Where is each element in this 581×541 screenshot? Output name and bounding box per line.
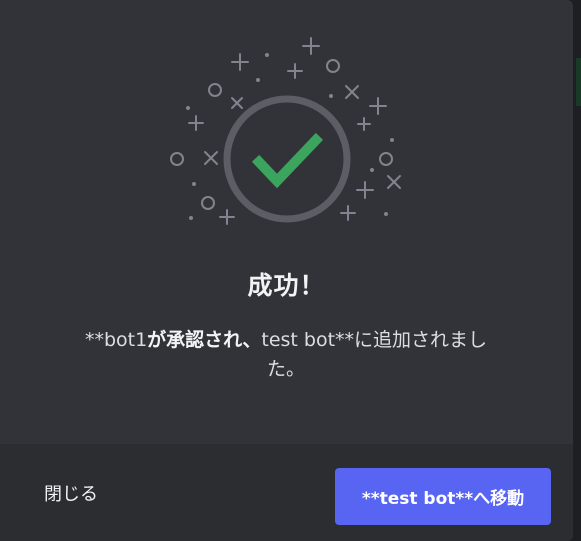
sparkle-x-icon <box>204 151 218 165</box>
sparkle-ring-icon <box>379 152 393 166</box>
dialog-footer: 閉じる **test bot**へ移動 <box>0 444 573 541</box>
sparkle-dot-icon <box>265 53 269 57</box>
dialog-title: 成功！ <box>247 271 326 300</box>
sparkle-dot-icon <box>384 212 388 216</box>
sparkle-x-icon <box>231 97 243 109</box>
success-modal: 成功！ **bot1が承認され、test bot**に追加されました。 閉じる … <box>0 0 573 541</box>
message-suffix: test bot**に追加されました。 <box>261 329 488 380</box>
sparkle-plus-icon <box>357 117 371 131</box>
success-illustration <box>170 37 401 225</box>
sparkle-dot-icon <box>390 138 394 142</box>
sparkle-plus-icon <box>287 63 303 79</box>
close-button[interactable]: 閉じる <box>30 480 112 510</box>
sparkle-dot-icon <box>370 168 374 172</box>
sparkle-ring-icon <box>326 59 340 73</box>
dialog-message: **bot1が承認され、test bot**に追加されました。 <box>76 326 496 384</box>
sparkle-plus-icon <box>340 205 356 221</box>
sparkle-dot-icon <box>189 216 193 220</box>
sparkle-dot-icon <box>329 94 333 98</box>
go-to-server-button[interactable]: **test bot**へ移動 <box>335 468 551 525</box>
sparkle-plus-icon <box>219 209 235 225</box>
sparkle-dot-icon <box>186 106 190 110</box>
sparkle-ring-icon <box>170 152 184 166</box>
sparkle-x-icon <box>387 175 401 189</box>
sparkle-plus-icon <box>302 37 320 55</box>
message-bold: が承認され、 <box>147 329 262 351</box>
sparkle-plus-icon <box>188 115 204 131</box>
message-prefix: **bot1 <box>84 329 148 351</box>
sparkle-ring-icon <box>201 196 215 210</box>
background-edge <box>576 58 581 106</box>
checkmark-icon <box>251 132 324 189</box>
sparkle-dot-icon <box>192 182 196 186</box>
sparkle-plus-icon <box>231 53 249 71</box>
check-ring <box>223 95 351 223</box>
sparkle-plus-icon <box>369 97 387 115</box>
sparkle-x-icon <box>345 85 359 99</box>
sparkle-dot-icon <box>256 78 260 82</box>
sparkle-plus-icon <box>356 181 374 199</box>
sparkle-ring-icon <box>208 83 222 97</box>
